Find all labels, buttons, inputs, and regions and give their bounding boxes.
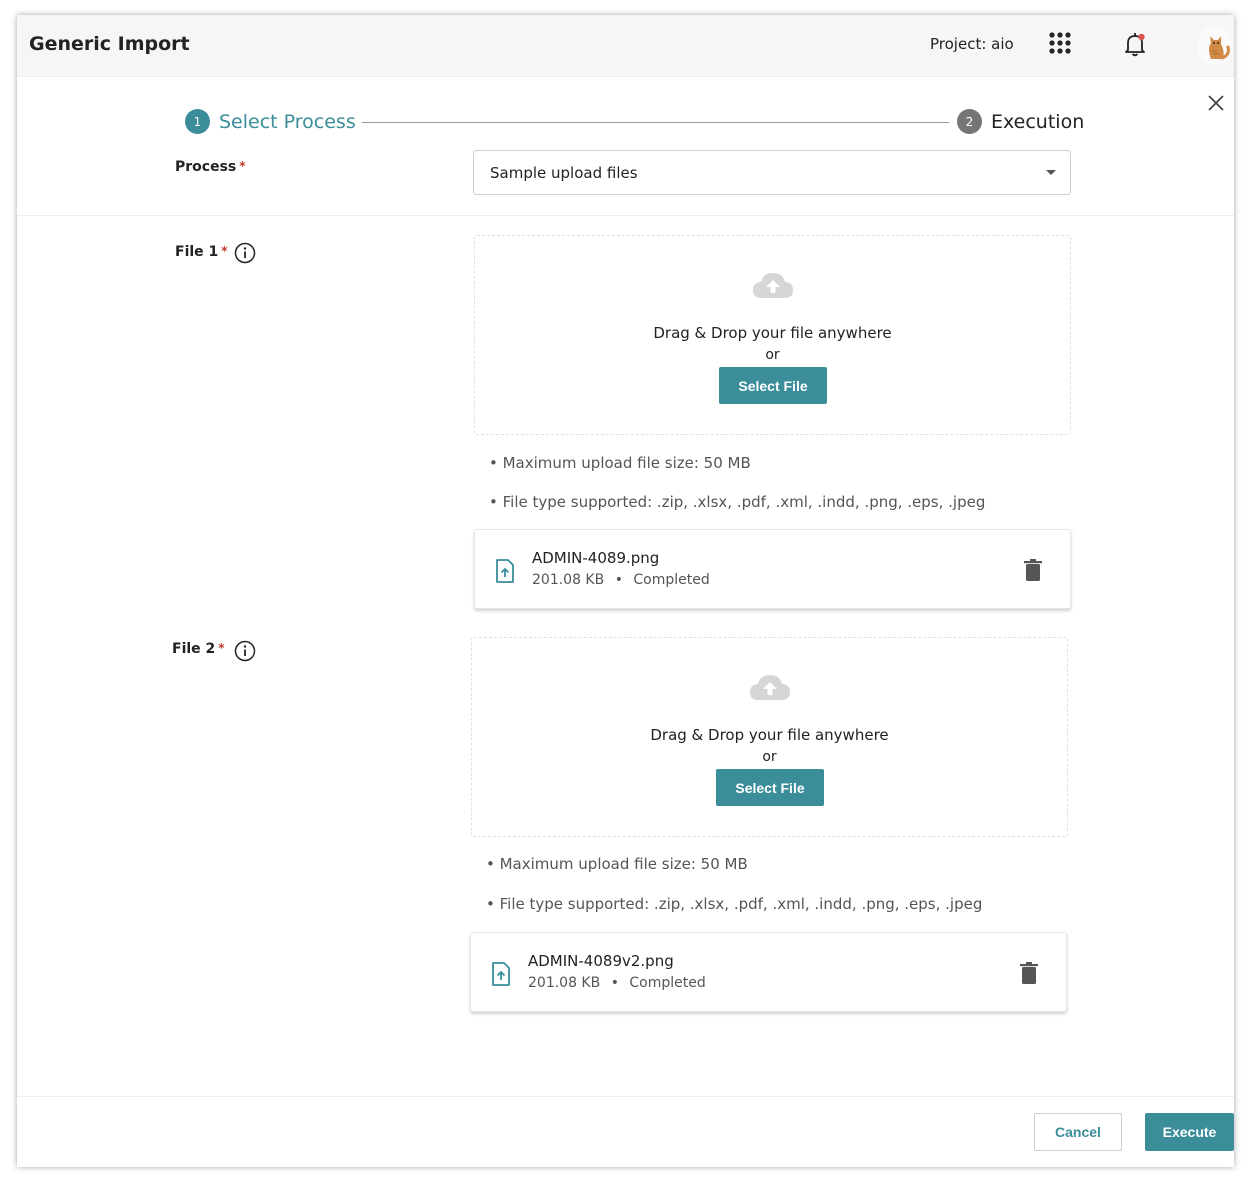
close-icon[interactable] (1206, 93, 1226, 113)
step-number: 2 (957, 109, 982, 134)
required-mark: * (221, 244, 228, 258)
file-name: ADMIN-4089.png (532, 549, 660, 567)
select-file-button[interactable]: Select File (716, 769, 824, 806)
file-1-label-text: File 1 (175, 244, 219, 260)
uploaded-file-card: ADMIN-4089v2.png 201.08 KB • Completed (470, 932, 1067, 1012)
process-label-text: Process (175, 159, 237, 175)
file-types-hint: • File type supported: .zip, .xlsx, .pdf… (486, 895, 983, 913)
step-number: 1 (185, 109, 210, 134)
file-types-hint: • File type supported: .zip, .xlsx, .pdf… (489, 493, 986, 511)
required-mark: * (218, 641, 225, 655)
chevron-down-icon (1046, 170, 1056, 175)
file-meta: 201.08 KB • Completed (532, 572, 710, 588)
meta-separator: • (610, 975, 619, 991)
file-1-label: File 1 * (175, 244, 228, 260)
dropzone-or: or (762, 749, 777, 765)
meta-separator: • (614, 572, 623, 588)
dropzone-or: or (765, 347, 780, 363)
trash-icon[interactable] (1023, 558, 1043, 582)
file-size: 201.08 KB (532, 572, 605, 588)
file-size: 201.08 KB (528, 975, 601, 991)
process-label: Process * (175, 159, 246, 175)
file-2-dropzone[interactable]: Drag & Drop your file anywhere or Select… (471, 637, 1068, 837)
cat-avatar-icon (1209, 36, 1230, 60)
step-execution: 2 Execution (957, 109, 1084, 134)
file-upload-icon (496, 559, 514, 583)
apps-grid-icon[interactable] (1048, 31, 1072, 55)
user-avatar[interactable] (1197, 25, 1233, 65)
file-status: Completed (633, 572, 710, 588)
cloud-upload-icon (753, 273, 793, 298)
generic-import-window: Generic Import Project: aio 1 Select Pro… (17, 15, 1234, 1167)
info-icon[interactable] (234, 242, 256, 264)
max-size-hint: • Maximum upload file size: 50 MB (489, 454, 751, 472)
execute-button[interactable]: Execute (1145, 1113, 1234, 1151)
process-select[interactable]: Sample upload files (473, 150, 1071, 195)
cloud-upload-icon (750, 675, 790, 700)
file-upload-icon (492, 962, 510, 986)
select-file-button[interactable]: Select File (719, 367, 827, 404)
uploaded-file-card: ADMIN-4089.png 201.08 KB • Completed (474, 529, 1071, 609)
app-title: Generic Import (29, 33, 190, 55)
project-indicator[interactable]: Project: aio (930, 35, 1014, 53)
stepper-connector (362, 122, 949, 123)
step-label: Select Process (219, 110, 356, 133)
max-size-hint: • Maximum upload file size: 50 MB (486, 855, 748, 873)
trash-icon[interactable] (1019, 961, 1039, 985)
file-meta: 201.08 KB • Completed (528, 975, 706, 991)
footer-divider (17, 1096, 1234, 1097)
info-icon[interactable] (234, 640, 256, 662)
top-bar: Generic Import Project: aio (17, 15, 1234, 77)
file-2-label-text: File 2 (172, 641, 216, 657)
required-mark: * (239, 159, 246, 173)
file-name: ADMIN-4089v2.png (528, 952, 674, 970)
step-select-process: 1 Select Process (185, 109, 356, 134)
dropzone-text: Drag & Drop your file anywhere (653, 324, 892, 342)
dropzone-text: Drag & Drop your file anywhere (650, 726, 889, 744)
file-status: Completed (629, 975, 706, 991)
step-label: Execution (991, 110, 1085, 133)
cancel-button[interactable]: Cancel (1034, 1113, 1122, 1151)
file-2-label: File 2 * (172, 641, 225, 657)
process-select-value: Sample upload files (490, 164, 638, 182)
section-divider (17, 215, 1234, 216)
file-1-dropzone[interactable]: Drag & Drop your file anywhere or Select… (474, 235, 1071, 435)
bell-icon[interactable] (1123, 31, 1147, 57)
